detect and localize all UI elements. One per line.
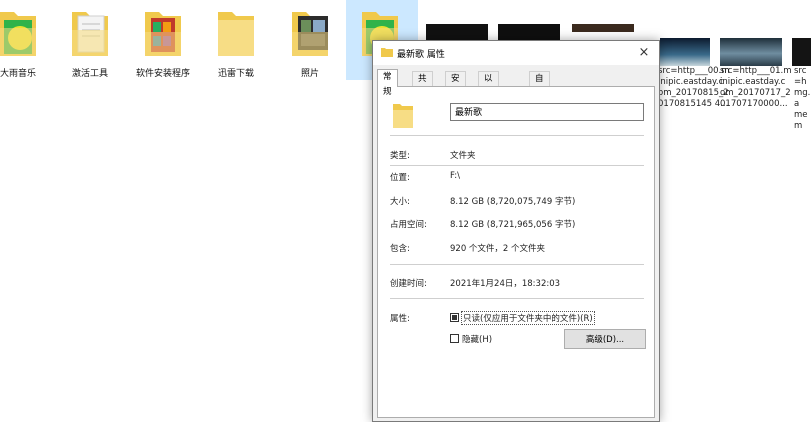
thumbnail-label: src=h mg.a mem: [794, 66, 811, 131]
properties-dialog: 最新歌 属性 × 常规 共享 安全 以前的版本 自定义 最新歌 类型: 文件夹 …: [372, 40, 660, 422]
file-item-photos[interactable]: 照片: [272, 0, 348, 82]
tab-previous-versions[interactable]: 以前的版本: [478, 71, 499, 144]
image-thumbnail[interactable]: [720, 38, 782, 66]
file-label: 激活工具: [71, 69, 108, 79]
disk-size-label: 占用空间:: [390, 220, 427, 230]
general-tab-panel: 最新歌 类型: 文件夹 位置: F:\ 大小: 8.12 GB (8,720,0…: [377, 86, 655, 418]
folder-name-input[interactable]: 最新歌: [450, 103, 644, 121]
folder-icon: [393, 104, 413, 128]
file-label: 大雨音乐: [0, 69, 36, 79]
readonly-label[interactable]: 只读(仅应用于文件夹中的文件)(R): [461, 311, 595, 325]
file-item-thunder-downloads[interactable]: 迅雷下载: [198, 0, 274, 82]
file-label: 软件安装程序: [135, 69, 190, 79]
location-label: 位置:: [390, 173, 410, 183]
type-label: 类型:: [390, 151, 410, 161]
folder-installer-icon: [145, 12, 181, 56]
dialog-title: 最新歌 属性: [397, 50, 445, 60]
size-value: 8.12 GB (8,720,075,749 字节): [450, 197, 576, 207]
file-label: 照片: [300, 69, 319, 79]
folder-photos-icon: [292, 12, 328, 56]
image-thumbnail[interactable]: [792, 38, 811, 66]
readonly-checkbox[interactable]: [450, 313, 459, 322]
disk-size-value: 8.12 GB (8,721,965,056 字节): [450, 220, 576, 230]
tab-general[interactable]: 常规: [377, 69, 398, 97]
folder-icon: [218, 12, 254, 56]
divider: [390, 298, 644, 299]
image-thumbnail[interactable]: [660, 38, 710, 66]
hidden-checkbox[interactable]: [450, 334, 459, 343]
image-thumbnail[interactable]: [572, 24, 634, 32]
advanced-button[interactable]: 高级(D)...: [564, 329, 646, 349]
tab-sharing[interactable]: 共享: [412, 71, 433, 99]
contains-value: 920 个文件，2 个文件夹: [450, 244, 546, 254]
thumbnail-label: src=http___01.m inipic.eastday.c om_2017…: [720, 66, 792, 109]
divider: [390, 135, 644, 136]
created-value: 2021年1月24日，18:32:03: [450, 279, 561, 289]
type-value: 文件夹: [450, 151, 476, 161]
contains-label: 包含:: [390, 244, 410, 254]
attributes-label: 属性:: [390, 314, 410, 324]
divider: [390, 264, 644, 265]
created-label: 创建时间:: [390, 279, 427, 289]
close-icon: ×: [638, 45, 650, 60]
divider: [390, 165, 644, 166]
file-item-software-installers[interactable]: 软件安装程序: [125, 0, 201, 82]
size-label: 大小:: [390, 197, 410, 207]
folder-icon: [381, 48, 393, 57]
tab-customize[interactable]: 自定义: [529, 71, 550, 114]
checkbox-indeterminate-mark: [452, 315, 457, 320]
file-item-activation-tools[interactable]: 激活工具: [52, 0, 128, 82]
tab-security[interactable]: 安全: [445, 71, 466, 99]
location-value: F:\: [450, 171, 460, 181]
close-button[interactable]: ×: [629, 41, 659, 65]
file-item-music[interactable]: 大雨音乐: [0, 0, 56, 82]
title-bar[interactable]: 最新歌 属性 ×: [373, 41, 659, 65]
file-label: 迅雷下载: [217, 69, 254, 79]
hidden-label[interactable]: 隐藏(H): [462, 333, 492, 345]
folder-document-icon: [72, 12, 108, 56]
folder-music-icon: [0, 12, 36, 56]
